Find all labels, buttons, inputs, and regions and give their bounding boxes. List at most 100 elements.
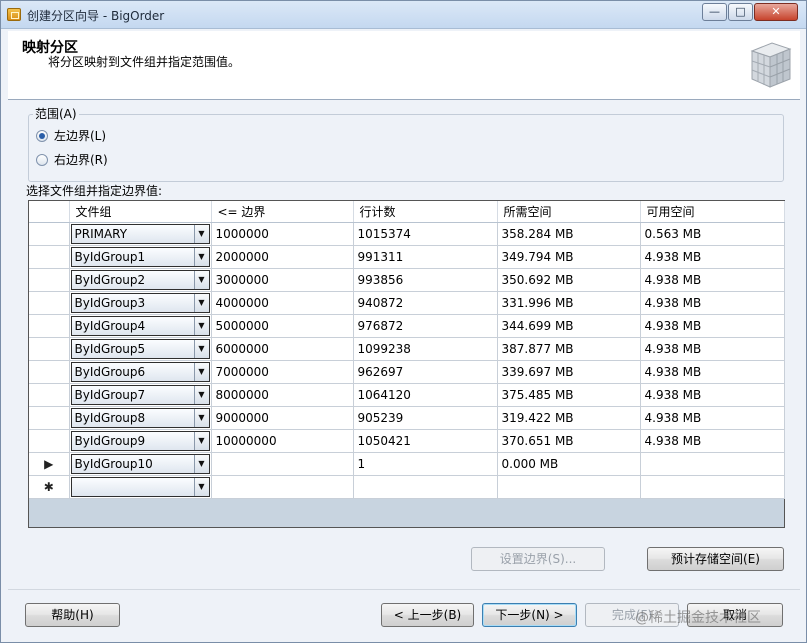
required-space-cell: 319.422 MB bbox=[497, 406, 641, 430]
boundary-cell[interactable]: 10000000 bbox=[211, 429, 354, 453]
table-row[interactable]: ByIdGroup7 ▼ 8000000 1064120 375.485 MB 4.938… bbox=[29, 383, 785, 407]
set-boundary-button[interactable]: 设置边界(S)... bbox=[471, 547, 605, 571]
range-group-label: 范围(A) bbox=[33, 105, 79, 122]
column-header-available-space[interactable]: 可用空间 bbox=[640, 201, 785, 223]
table-row[interactable]: ByIdGroup5 ▼ 6000000 1099238 387.877 MB 4.938… bbox=[29, 337, 785, 361]
close-button[interactable]: ✕ bbox=[754, 3, 798, 21]
filegroup-cell[interactable]: ByIdGroup3 ▼ bbox=[69, 291, 212, 315]
filegroup-dropdown[interactable]: ▼ bbox=[70, 477, 210, 497]
chevron-down-icon[interactable]: ▼ bbox=[193, 409, 209, 427]
filegroup-dropdown[interactable]: ByIdGroup6 ▼ bbox=[70, 362, 210, 382]
filegroup-cell[interactable]: ByIdGroup6 ▼ bbox=[69, 360, 212, 384]
filegroup-cell[interactable]: ByIdGroup9 ▼ bbox=[69, 429, 212, 453]
left-boundary-radio[interactable] bbox=[36, 129, 48, 142]
row-selector[interactable] bbox=[29, 291, 70, 315]
table-row[interactable]: ByIdGroup2 ▼ 3000000 993856 350.692 MB 4.938 … bbox=[29, 268, 785, 292]
rowcount-cell: 940872 bbox=[353, 291, 498, 315]
left-boundary-option[interactable]: 左边界(L) bbox=[36, 127, 106, 144]
chevron-down-icon[interactable]: ▼ bbox=[193, 294, 209, 312]
minimize-button[interactable]: — bbox=[702, 3, 727, 21]
chevron-down-icon[interactable]: ▼ bbox=[193, 248, 209, 266]
next-button[interactable]: 下一步(N) > bbox=[482, 603, 577, 627]
right-boundary-option[interactable]: 右边界(R) bbox=[36, 151, 108, 168]
chevron-down-icon[interactable]: ▼ bbox=[193, 317, 209, 335]
available-space-cell: 4.938 MB bbox=[640, 429, 785, 453]
filegroup-dropdown[interactable]: ByIdGroup1 ▼ bbox=[70, 247, 210, 267]
row-selector[interactable] bbox=[29, 245, 70, 269]
boundary-cell[interactable] bbox=[211, 452, 354, 476]
rowcount-cell: 1050421 bbox=[353, 429, 498, 453]
chevron-down-icon[interactable]: ▼ bbox=[193, 340, 209, 358]
filegroup-cell[interactable]: ByIdGroup5 ▼ bbox=[69, 337, 212, 361]
table-row[interactable]: ByIdGroup4 ▼ 5000000 976872 344.699 MB 4.938 … bbox=[29, 314, 785, 338]
rowcount-cell: 962697 bbox=[353, 360, 498, 384]
column-header-rowcount[interactable]: 行计数 bbox=[353, 201, 498, 223]
boundary-cell[interactable]: 1000000 bbox=[211, 222, 354, 246]
filegroup-cell[interactable]: ByIdGroup4 ▼ bbox=[69, 314, 212, 338]
row-selector[interactable]: ✱ bbox=[29, 475, 70, 499]
chevron-down-icon[interactable]: ▼ bbox=[193, 271, 209, 289]
column-header-boundary[interactable]: <= 边界 bbox=[211, 201, 354, 223]
required-space-cell: 350.692 MB bbox=[497, 268, 641, 292]
filegroup-dropdown[interactable]: ByIdGroup10 ▼ bbox=[70, 454, 210, 474]
filegroup-cell[interactable]: ByIdGroup7 ▼ bbox=[69, 383, 212, 407]
maximize-button[interactable]: □ bbox=[728, 3, 753, 21]
column-header-required-space[interactable]: 所需空间 bbox=[497, 201, 641, 223]
table-row[interactable]: ByIdGroup9 ▼ 10000000 1050421 370.651 MB 4.93… bbox=[29, 429, 785, 453]
help-button[interactable]: 帮助(H) bbox=[25, 603, 120, 627]
filegroup-cell[interactable]: ByIdGroup2 ▼ bbox=[69, 268, 212, 292]
filegroup-cell[interactable]: PRIMARY ▼ bbox=[69, 222, 212, 246]
chevron-down-icon[interactable]: ▼ bbox=[193, 478, 209, 496]
boundary-cell[interactable]: 4000000 bbox=[211, 291, 354, 315]
boundary-cell[interactable]: 2000000 bbox=[211, 245, 354, 269]
boundary-cell[interactable]: 5000000 bbox=[211, 314, 354, 338]
table-row[interactable]: ByIdGroup1 ▼ 2000000 991311 349.794 MB 4.938 … bbox=[29, 245, 785, 269]
filegroup-dropdown[interactable]: PRIMARY ▼ bbox=[70, 224, 210, 244]
row-selector[interactable] bbox=[29, 268, 70, 292]
filegroup-dropdown[interactable]: ByIdGroup2 ▼ bbox=[70, 270, 210, 290]
filegroup-cell[interactable]: ▼ bbox=[69, 475, 212, 499]
filegroup-dropdown[interactable]: ByIdGroup9 ▼ bbox=[70, 431, 210, 451]
estimate-storage-button[interactable]: 预计存储空间(E) bbox=[647, 547, 784, 571]
filegroup-dropdown[interactable]: ByIdGroup3 ▼ bbox=[70, 293, 210, 313]
boundary-cell[interactable]: 7000000 bbox=[211, 360, 354, 384]
column-header-filegroup[interactable]: 文件组 bbox=[69, 201, 212, 223]
table-row[interactable]: ▶ ByIdGroup10 ▼ 1 0.000 MB bbox=[29, 452, 785, 476]
filegroup-cell[interactable]: ByIdGroup8 ▼ bbox=[69, 406, 212, 430]
chevron-down-icon[interactable]: ▼ bbox=[193, 363, 209, 381]
row-selector[interactable] bbox=[29, 222, 70, 246]
right-boundary-radio[interactable] bbox=[36, 153, 48, 166]
row-selector[interactable] bbox=[29, 337, 70, 361]
filegroup-dropdown[interactable]: ByIdGroup4 ▼ bbox=[70, 316, 210, 336]
row-selector[interactable] bbox=[29, 360, 70, 384]
row-selector[interactable]: ▶ bbox=[29, 452, 70, 476]
filegroup-cell[interactable]: ByIdGroup10 ▼ bbox=[69, 452, 212, 476]
available-space-cell: 4.938 MB bbox=[640, 337, 785, 361]
chevron-down-icon[interactable]: ▼ bbox=[193, 386, 209, 404]
boundary-cell[interactable]: 3000000 bbox=[211, 268, 354, 292]
row-selector[interactable] bbox=[29, 314, 70, 338]
chevron-down-icon[interactable]: ▼ bbox=[193, 432, 209, 450]
chevron-down-icon[interactable]: ▼ bbox=[193, 455, 209, 473]
table-row[interactable]: PRIMARY ▼ 1000000 1015374 358.284 MB 0.563 MB bbox=[29, 222, 785, 246]
table-row[interactable]: ByIdGroup6 ▼ 7000000 962697 339.697 MB 4.938 … bbox=[29, 360, 785, 384]
row-selector[interactable] bbox=[29, 429, 70, 453]
table-row[interactable]: ✱ ▼ bbox=[29, 475, 785, 499]
back-button[interactable]: < 上一步(B) bbox=[381, 603, 474, 627]
chevron-down-icon[interactable]: ▼ bbox=[193, 225, 209, 243]
boundary-cell[interactable] bbox=[211, 475, 354, 499]
row-selector[interactable] bbox=[29, 406, 70, 430]
boundary-cell[interactable]: 9000000 bbox=[211, 406, 354, 430]
filegroup-cell[interactable]: ByIdGroup1 ▼ bbox=[69, 245, 212, 269]
filegroup-dropdown[interactable]: ByIdGroup5 ▼ bbox=[70, 339, 210, 359]
row-selector[interactable] bbox=[29, 383, 70, 407]
filegroup-dropdown[interactable]: ByIdGroup8 ▼ bbox=[70, 408, 210, 428]
available-space-cell: 4.938 MB bbox=[640, 406, 785, 430]
table-row[interactable]: ByIdGroup8 ▼ 9000000 905239 319.422 MB 4.938 … bbox=[29, 406, 785, 430]
footer-separator bbox=[8, 589, 800, 590]
required-space-cell: 331.996 MB bbox=[497, 291, 641, 315]
boundary-cell[interactable]: 8000000 bbox=[211, 383, 354, 407]
table-row[interactable]: ByIdGroup3 ▼ 4000000 940872 331.996 MB 4.938 … bbox=[29, 291, 785, 315]
filegroup-dropdown[interactable]: ByIdGroup7 ▼ bbox=[70, 385, 210, 405]
boundary-cell[interactable]: 6000000 bbox=[211, 337, 354, 361]
